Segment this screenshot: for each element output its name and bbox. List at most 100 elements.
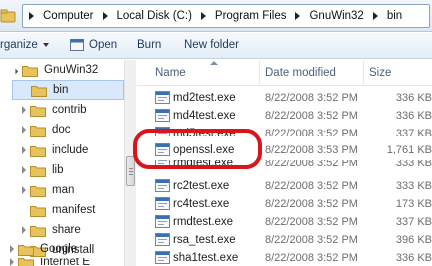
file-size: 333 KB: [395, 180, 432, 192]
tree-item-share[interactable]: share: [12, 220, 81, 240]
breadcrumb-chevron-icon[interactable]: [295, 12, 301, 20]
tree-item-internet-explorer[interactable]: Internet E: [0, 258, 90, 266]
tree-item-label: manifest: [52, 204, 96, 216]
folder-icon: [18, 258, 34, 266]
file-date: 8/22/2008 3:52 PM: [265, 128, 358, 136]
navigation-pane: GnuWin32 bin contrib doc include lib man…: [0, 60, 124, 266]
tree-item-man[interactable]: man: [12, 180, 74, 200]
file-name: rmdtest.exe: [173, 216, 234, 228]
file-row[interactable]: rsa_test.exe 8/22/2008 3:52 PM 396 KB: [137, 230, 432, 250]
tree-item-label: lib: [52, 164, 64, 176]
executable-icon: [155, 251, 170, 264]
navigation-scrollbar[interactable]: [124, 60, 136, 266]
column-divider[interactable]: [259, 60, 260, 86]
collapsed-arrow-icon[interactable]: [22, 146, 26, 154]
executable-icon: [155, 109, 170, 122]
burn-button[interactable]: Burn: [137, 39, 161, 51]
file-date: 8/22/2008 3:52 PM: [265, 234, 358, 246]
collapsed-arrow-icon[interactable]: [22, 166, 26, 174]
grip-line: [129, 168, 133, 169]
file-name: rsa_test.exe: [173, 234, 236, 246]
tree-item-google[interactable]: Google: [0, 239, 77, 259]
file-size: 396 KB: [395, 234, 432, 246]
tree-item-manifest[interactable]: manifest: [12, 200, 95, 220]
file-date: 8/22/2008 3:52 PM: [265, 92, 358, 104]
folder-icon: [18, 244, 34, 256]
address-bar[interactable]: Computer Local Disk (C:) Program Files G…: [22, 4, 430, 28]
executable-icon: [155, 197, 170, 210]
tree-item-label: man: [52, 184, 75, 196]
file-size: 336 KB: [395, 92, 432, 104]
sort-arrow-icon: [210, 61, 218, 65]
breadcrumb-bin[interactable]: bin: [387, 10, 402, 22]
breadcrumb-local-disk[interactable]: Local Disk (C:): [117, 10, 192, 22]
file-row[interactable]: sha1test.exe 8/22/2008 3:52 PM 336 KB: [137, 248, 432, 266]
file-size: 1,761 KB: [386, 144, 432, 156]
organize-button[interactable]: rganize: [0, 39, 49, 51]
column-size-header[interactable]: Size: [369, 67, 391, 79]
collapsed-arrow-icon[interactable]: [22, 106, 26, 114]
tree-item-doc[interactable]: doc: [12, 120, 71, 140]
chevron-down-icon: [42, 43, 49, 47]
column-divider[interactable]: [363, 60, 364, 86]
breadcrumb-chevron-icon[interactable]: [200, 12, 206, 20]
file-row[interactable]: md2test.exe 8/22/2008 3:52 PM 336 KB: [137, 88, 432, 108]
expanded-arrow-icon[interactable]: [9, 65, 19, 75]
file-size: 333 KB: [395, 160, 432, 169]
file-row[interactable]: md4test.exe 8/22/2008 3:52 PM 336 KB: [137, 106, 432, 126]
folder-icon: [22, 65, 38, 77]
file-date: 8/22/2008 3:52 PM: [265, 160, 358, 169]
tree-item-label: doc: [52, 124, 71, 136]
file-name: md4test.exe: [173, 110, 236, 122]
tree-item-bin[interactable]: bin: [12, 80, 124, 100]
open-icon: [70, 39, 84, 51]
executable-icon: [155, 179, 170, 192]
collapsed-arrow-icon[interactable]: [22, 126, 26, 134]
folder-icon: [30, 125, 46, 137]
tree-item-gnuwin32[interactable]: GnuWin32: [0, 60, 98, 80]
file-size: 337 KB: [395, 216, 432, 228]
column-name-header[interactable]: Name: [155, 67, 186, 79]
file-size: 337 KB: [395, 128, 432, 136]
collapsed-arrow-icon[interactable]: [10, 258, 14, 266]
command-bar: rganize Open Burn New folder: [0, 33, 432, 59]
file-row[interactable]: rmdtest.exe 8/22/2008 3:52 PM 337 KB: [137, 212, 432, 232]
file-size: 173 KB: [395, 198, 432, 210]
grip-line: [129, 174, 133, 175]
breadcrumb-program-files[interactable]: Program Files: [215, 10, 287, 22]
folder-icon: [30, 225, 46, 237]
column-date-header[interactable]: Date modified: [265, 67, 336, 79]
file-size: 336 KB: [395, 252, 432, 264]
tree-item-label: contrib: [52, 104, 87, 116]
open-label: Open: [89, 39, 118, 51]
organize-label: rganize: [0, 39, 38, 51]
tree-item-label: bin: [53, 84, 69, 96]
folder-icon: [31, 85, 47, 97]
tree-item-label: GnuWin32: [44, 64, 99, 76]
collapsed-arrow-icon[interactable]: [10, 245, 14, 253]
tree-item-contrib[interactable]: contrib: [12, 100, 87, 120]
file-row[interactable]: rc2test.exe 8/22/2008 3:52 PM 333 KB: [137, 176, 432, 196]
breadcrumb-chevron-icon[interactable]: [372, 12, 378, 20]
breadcrumb-chevron-icon[interactable]: [102, 12, 108, 20]
folder-icon: [30, 205, 46, 217]
tree-item-lib[interactable]: lib: [12, 160, 64, 180]
folder-icon: [30, 185, 46, 197]
open-button[interactable]: Open: [70, 39, 117, 51]
file-date: 8/22/2008 3:52 PM: [265, 252, 358, 264]
breadcrumb-gnuwin32[interactable]: GnuWin32: [309, 10, 363, 22]
file-size: 336 KB: [395, 110, 432, 122]
collapsed-arrow-icon[interactable]: [22, 226, 26, 234]
new-folder-button[interactable]: New folder: [184, 39, 239, 51]
file-name: rc2test.exe: [173, 180, 230, 192]
breadcrumb-chevron-icon[interactable]: [29, 12, 34, 20]
file-name: sha1test.exe: [173, 252, 239, 264]
file-row[interactable]: rc4test.exe 8/22/2008 3:52 PM 173 KB: [137, 194, 432, 214]
breadcrumb-computer[interactable]: Computer: [43, 10, 94, 22]
grip-line: [129, 171, 133, 172]
tree-item-include[interactable]: include: [12, 140, 88, 160]
collapsed-arrow-icon[interactable]: [22, 186, 26, 194]
scrollbar-thumb[interactable]: [126, 156, 135, 186]
tree-item-label: Internet E: [40, 258, 90, 266]
folder-nav-icon[interactable]: [0, 6, 18, 26]
